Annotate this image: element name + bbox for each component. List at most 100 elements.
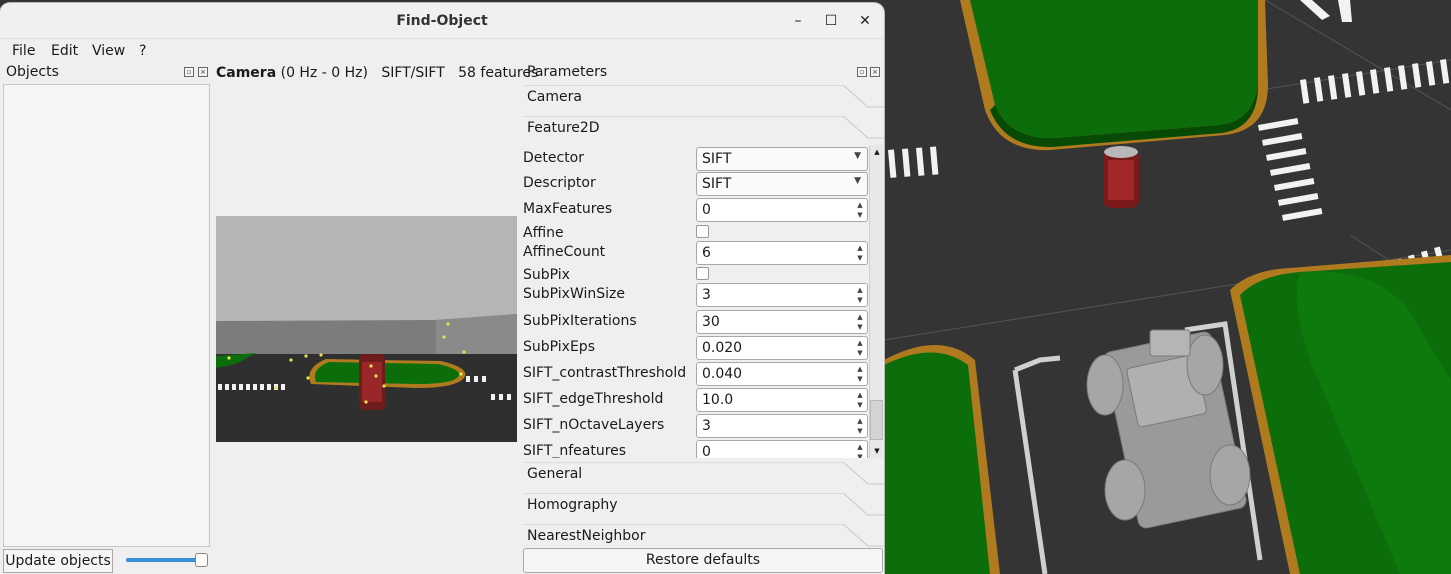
scroll-down-icon[interactable]: ▼ bbox=[871, 444, 883, 458]
menu-edit[interactable]: Edit bbox=[51, 43, 78, 59]
parameters-dock-title: Parameters bbox=[527, 64, 608, 80]
param-checkbox[interactable] bbox=[696, 267, 709, 280]
spin-down-icon[interactable]: ▼ bbox=[854, 253, 866, 263]
param-spinbox[interactable]: 6 ▲ ▼ bbox=[696, 241, 868, 265]
param-row: SIFT_nOctaveLayers 3 ▲ ▼ bbox=[523, 413, 870, 438]
param-value: 30 bbox=[702, 314, 720, 330]
objects-list[interactable] bbox=[3, 84, 210, 547]
menu-file[interactable]: File bbox=[12, 43, 35, 59]
param-spinbox[interactable]: 0 ▲ ▼ bbox=[696, 440, 868, 458]
chevron-down-icon: ▼ bbox=[854, 151, 861, 161]
tab-nearestneighbor-label: NearestNeighbor bbox=[527, 528, 646, 544]
restore-defaults-button[interactable]: Restore defaults bbox=[523, 548, 883, 573]
objects-size-slider[interactable] bbox=[126, 558, 206, 562]
scroll-up-icon[interactable]: ▲ bbox=[871, 145, 883, 159]
find-object-window: Find-Object – ☐ ✕ File Edit View ? Objec… bbox=[0, 3, 884, 574]
spin-up-icon[interactable]: ▲ bbox=[854, 390, 866, 400]
param-combo[interactable]: SIFT ▼ bbox=[696, 147, 868, 171]
objects-close-icon[interactable]: × bbox=[198, 67, 208, 77]
slider-handle[interactable] bbox=[195, 553, 208, 567]
param-row: Detector SIFT ▼ bbox=[523, 146, 870, 171]
spin-up-icon[interactable]: ▲ bbox=[854, 243, 866, 253]
spin-up-icon[interactable]: ▲ bbox=[854, 312, 866, 322]
param-combo[interactable]: SIFT ▼ bbox=[696, 172, 868, 196]
tab-feature2d[interactable]: Feature2D bbox=[523, 116, 884, 145]
parameters-close-icon[interactable]: × bbox=[870, 67, 880, 77]
param-value: 3 bbox=[702, 418, 711, 434]
param-label: SIFT_edgeThreshold bbox=[523, 391, 664, 407]
maximize-button[interactable]: ☐ bbox=[820, 11, 842, 33]
window-title: Find-Object bbox=[396, 13, 488, 29]
tab-camera[interactable]: Camera bbox=[523, 85, 884, 114]
param-label: Descriptor bbox=[523, 175, 596, 191]
parameters-list: Detector SIFT ▼ Descriptor SIFT ▼ MaxFeatures 0… bbox=[523, 145, 884, 458]
param-label: Affine bbox=[523, 225, 564, 241]
param-spinbox[interactable]: 3 ▲ ▼ bbox=[696, 283, 868, 307]
tab-general[interactable]: General bbox=[523, 462, 884, 491]
param-row: MaxFeatures 0 ▲ ▼ bbox=[523, 197, 870, 222]
param-row: SIFT_contrastThreshold 0.040 ▲ ▼ bbox=[523, 361, 870, 386]
menu-help[interactable]: ? bbox=[139, 43, 146, 59]
param-value: 0 bbox=[702, 444, 711, 458]
spin-up-icon[interactable]: ▲ bbox=[854, 338, 866, 348]
tab-homography[interactable]: Homography bbox=[523, 493, 884, 522]
param-row: Descriptor SIFT ▼ bbox=[523, 171, 870, 196]
param-label: SIFT_contrastThreshold bbox=[523, 365, 687, 381]
param-value: 6 bbox=[702, 245, 711, 261]
title-bar[interactable]: Find-Object – ☐ ✕ bbox=[0, 3, 884, 39]
spin-down-icon[interactable]: ▼ bbox=[854, 452, 866, 458]
spin-down-icon[interactable]: ▼ bbox=[854, 210, 866, 220]
tab-feature2d-label: Feature2D bbox=[527, 120, 600, 136]
param-row: SubPixWinSize 3 ▲ ▼ bbox=[523, 282, 870, 307]
param-spinbox[interactable]: 30 ▲ ▼ bbox=[696, 310, 868, 334]
camera-algorithm: SIFT/SIFT bbox=[381, 65, 445, 81]
spin-down-icon[interactable]: ▼ bbox=[854, 426, 866, 436]
spin-down-icon[interactable]: ▼ bbox=[854, 374, 866, 384]
spin-up-icon[interactable]: ▲ bbox=[854, 200, 866, 210]
param-label: SIFT_nOctaveLayers bbox=[523, 417, 665, 433]
param-spinbox[interactable]: 0.040 ▲ ▼ bbox=[696, 362, 868, 386]
camera-status: Camera (0 Hz - 0 Hz) SIFT/SIFT 58 featur… bbox=[216, 65, 538, 81]
param-row: SubPixEps 0.020 ▲ ▼ bbox=[523, 335, 870, 360]
update-objects-button[interactable]: Update objects bbox=[3, 549, 113, 573]
param-row: SIFT_edgeThreshold 10.0 ▲ ▼ bbox=[523, 387, 870, 412]
param-row: SubPixIterations 30 ▲ ▼ bbox=[523, 309, 870, 334]
menu-bar: File Edit View ? bbox=[0, 40, 884, 62]
chevron-down-icon: ▼ bbox=[854, 176, 861, 186]
param-label: SubPix bbox=[523, 267, 570, 283]
param-label: SubPixIterations bbox=[523, 313, 637, 329]
param-row: AffineCount 6 ▲ ▼ bbox=[523, 240, 870, 265]
spin-up-icon[interactable]: ▲ bbox=[854, 442, 866, 452]
spin-down-icon[interactable]: ▼ bbox=[854, 400, 866, 410]
spin-up-icon[interactable]: ▲ bbox=[854, 364, 866, 374]
tab-camera-label: Camera bbox=[527, 89, 582, 105]
param-spinbox[interactable]: 3 ▲ ▼ bbox=[696, 414, 868, 438]
objects-float-icon[interactable]: ▫ bbox=[184, 67, 194, 77]
param-value: 3 bbox=[702, 287, 711, 303]
camera-rate: (0 Hz - 0 Hz) bbox=[280, 65, 368, 81]
spin-down-icon[interactable]: ▼ bbox=[854, 348, 866, 358]
parameters-scrollbar[interactable]: ▲ ▼ bbox=[869, 145, 883, 458]
scroll-thumb[interactable] bbox=[870, 400, 883, 440]
close-button[interactable]: ✕ bbox=[854, 11, 876, 33]
spin-down-icon[interactable]: ▼ bbox=[854, 295, 866, 305]
param-spinbox[interactable]: 0 ▲ ▼ bbox=[696, 198, 868, 222]
minimize-button[interactable]: – bbox=[787, 11, 809, 33]
spin-down-icon[interactable]: ▼ bbox=[854, 322, 866, 332]
param-spinbox[interactable]: 0.020 ▲ ▼ bbox=[696, 336, 868, 360]
camera-image[interactable] bbox=[216, 216, 517, 442]
spin-up-icon[interactable]: ▲ bbox=[854, 416, 866, 426]
param-label: MaxFeatures bbox=[523, 201, 613, 217]
param-spinbox[interactable]: 10.0 ▲ ▼ bbox=[696, 388, 868, 412]
param-label: SIFT_nfeatures bbox=[523, 443, 627, 458]
param-checkbox[interactable] bbox=[696, 225, 709, 238]
param-value: 0 bbox=[702, 202, 711, 218]
objects-dock-title: Objects bbox=[6, 64, 59, 80]
param-value: 0.040 bbox=[702, 366, 743, 382]
spin-up-icon[interactable]: ▲ bbox=[854, 285, 866, 295]
param-label: AffineCount bbox=[523, 244, 606, 260]
menu-view[interactable]: View bbox=[92, 43, 125, 59]
parameters-float-icon[interactable]: ▫ bbox=[857, 67, 867, 77]
tab-homography-label: Homography bbox=[527, 497, 618, 513]
param-label: Detector bbox=[523, 150, 585, 166]
